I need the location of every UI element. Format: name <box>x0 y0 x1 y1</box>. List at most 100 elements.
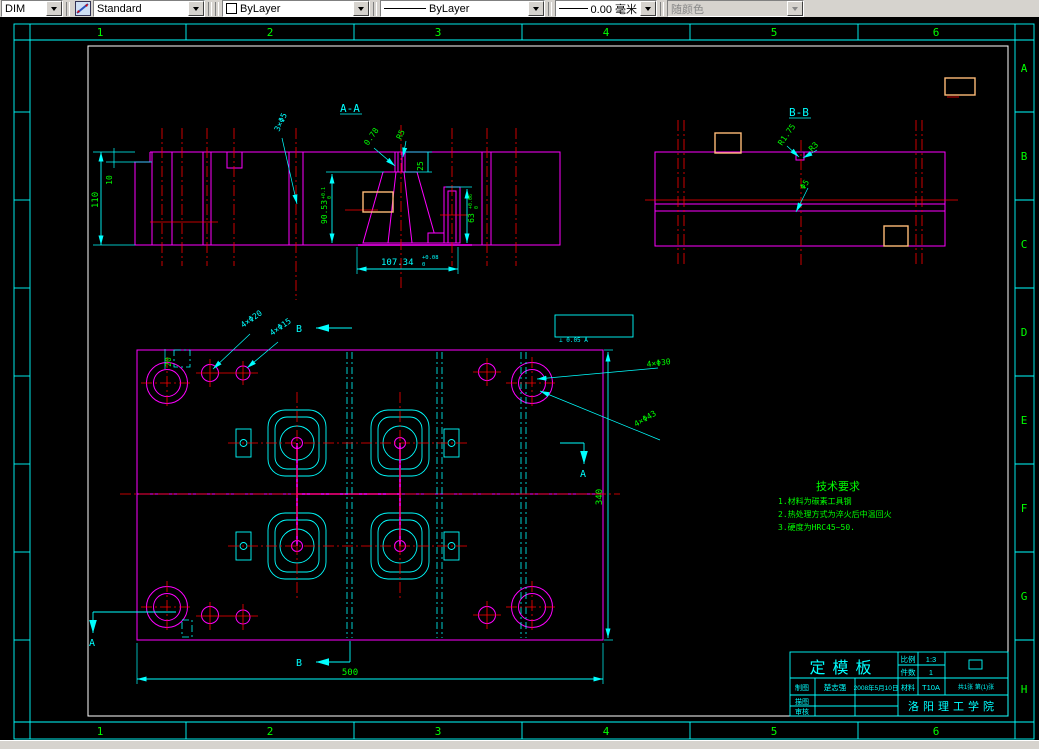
lineweight-combo[interactable]: 0.00 毫米 <box>555 0 657 17</box>
material-value: T10A <box>922 683 940 692</box>
dim-style-icon[interactable] <box>75 1 91 16</box>
zone-col-label: 1 <box>97 26 104 39</box>
title-block: 定模板 比例 1:3 件数 1 制图 楚志强 2008年5月10日 材料 T10… <box>789 651 1009 717</box>
dim-r3: R3 <box>807 140 820 153</box>
runner-channels <box>137 443 603 546</box>
dim-20: 20 <box>164 357 173 367</box>
dim-10734: 107.34 <box>381 258 414 268</box>
zone-col-label: 3 <box>435 26 442 39</box>
tech-req-line1: 1.材料为碳素工具钢 <box>778 496 852 506</box>
plotstyle-combo: 随颜色 <box>667 0 804 17</box>
plotstyle-arrow-icon <box>787 1 803 16</box>
dim-combo-value: DIM <box>5 2 26 15</box>
lineweight-glyph-icon <box>559 8 588 9</box>
section-arrow-b-top: B <box>296 324 302 335</box>
zone-row-label: C <box>1021 238 1028 251</box>
dim-4xd20: 4×Φ20 <box>239 308 264 329</box>
linetype-arrow-icon[interactable] <box>528 1 544 16</box>
school-name: 洛阳理工学院 <box>908 699 998 713</box>
drawing-canvas[interactable]: 1 2 3 4 5 6 1 2 3 4 5 6 A B C D E F G H … <box>0 17 1039 740</box>
zone-col-label: 2 <box>267 26 274 39</box>
scale-label: 比例 <box>901 654 916 664</box>
dim-25: 25 <box>416 161 425 171</box>
zone-col-label: 5 <box>771 725 778 738</box>
linetype-glyph-icon <box>384 8 426 9</box>
zone-row-label: B <box>1021 150 1028 163</box>
dim-63: 63 <box>467 213 476 223</box>
plan-view: 4×Φ20 4×Φ15 20 4×Φ30 4×Φ43 500 340 B B A… <box>89 308 671 684</box>
section-arrow-a-right: A <box>580 469 586 480</box>
color-combo[interactable]: ByLayer <box>222 0 370 17</box>
toolbar-separator <box>660 1 664 16</box>
dim-078: 0.78 <box>362 126 381 147</box>
dim-4xd30: 4×Φ30 <box>646 357 671 369</box>
dim-3xd5: 3×Φ5 <box>273 111 289 132</box>
tolerance-frame-note: ⊥ 0.05 A <box>559 337 588 344</box>
toolbar-separator <box>66 1 70 16</box>
dim-10734-tol-low: 0 <box>422 262 425 268</box>
section-arrow-a-left: A <box>89 638 95 649</box>
section-arrow-b-bottom: B <box>296 658 302 669</box>
toolbar-separator <box>208 1 212 16</box>
zone-numbers-top: 1 2 3 4 5 6 <box>97 26 940 39</box>
zone-col-label: 5 <box>771 26 778 39</box>
plotstyle-value: 随颜色 <box>671 3 704 16</box>
lineweight-arrow-icon[interactable] <box>640 1 656 16</box>
tech-requirements: 技术要求 1.材料为碳素工具钢 2.热处理方式为淬火后中温回火 3.硬度为HRC… <box>778 480 892 532</box>
dim-500: 500 <box>342 668 358 678</box>
dim-110: 110 <box>91 192 101 208</box>
dim-layer-combo[interactable]: DIM <box>1 0 63 17</box>
dim-combo-arrow-icon[interactable] <box>46 1 62 16</box>
zone-row-label: H <box>1021 683 1028 696</box>
zone-col-label: 4 <box>603 26 610 39</box>
color-arrow-icon[interactable] <box>353 1 369 16</box>
tolerance-frame: ⊥ 0.05 A <box>554 314 634 344</box>
dim-d5: Φ5 <box>798 178 811 191</box>
trace-label: 描图 <box>795 697 809 706</box>
zone-row-label: G <box>1021 590 1028 603</box>
guide-bushings <box>146 362 553 628</box>
toolbar-separator <box>215 1 219 16</box>
part-name: 定模板 <box>809 659 878 677</box>
zone-row-label: A <box>1021 62 1028 75</box>
dim-10734-tol-up: +0.08 <box>422 255 439 261</box>
revision-box <box>883 225 909 247</box>
dim-r5: R5 <box>395 128 407 141</box>
plan-dimensions: 4×Φ20 4×Φ15 20 4×Φ30 4×Φ43 500 340 <box>136 308 671 684</box>
dim-style-combo[interactable]: Standard <box>93 0 205 17</box>
zone-letters-right: A B C D E F G H <box>1021 62 1028 696</box>
qty-label: 件数 <box>901 667 916 677</box>
sprue-bush <box>358 151 472 246</box>
color-swatch-icon <box>226 3 237 14</box>
section-arrows: B B A A <box>89 324 588 669</box>
zone-col-label: 6 <box>933 725 940 738</box>
linetype-combo[interactable]: ByLayer <box>380 0 545 17</box>
drawn-date: 2008年5月10日 <box>854 683 899 692</box>
sheet-info: 共1张 第(1)张 <box>958 683 994 691</box>
dim-10: 10 <box>105 175 114 185</box>
zone-numbers-bottom: 1 2 3 4 5 6 <box>97 725 940 738</box>
qty-value: 1 <box>929 668 933 677</box>
inner-frame <box>87 45 1009 717</box>
check-label: 审核 <box>795 707 809 716</box>
zone-row-label: E <box>1021 414 1028 427</box>
zone-row-label: D <box>1021 326 1028 339</box>
dim-style-arrow-icon[interactable] <box>188 1 204 16</box>
section-aa-label: A-A <box>340 102 360 115</box>
section-aa-view: A-A 110 10 3×Φ5 0.78 R5 25 90.53 +0.1 0 … <box>91 102 561 300</box>
zone-row-label: F <box>1021 502 1028 515</box>
dim-9053: 90.53 <box>320 200 329 224</box>
toolbar-separator <box>373 1 377 16</box>
centerlines <box>645 120 958 265</box>
bb-dimensions: R1.75 R3 Φ5 <box>776 122 820 213</box>
zone-col-label: 4 <box>603 725 610 738</box>
scale-value: 1:3 <box>926 655 936 664</box>
zone-col-label: 6 <box>933 26 940 39</box>
zone-col-label: 1 <box>97 725 104 738</box>
revision-box-top <box>944 77 976 98</box>
drawn-label: 制图 <box>795 683 809 692</box>
tech-req-title: 技术要求 <box>816 480 860 493</box>
projection-symbol <box>968 659 983 670</box>
dim-340: 340 <box>595 489 605 505</box>
section-bb-view: B-B R1.75 R3 Φ5 <box>645 106 958 265</box>
